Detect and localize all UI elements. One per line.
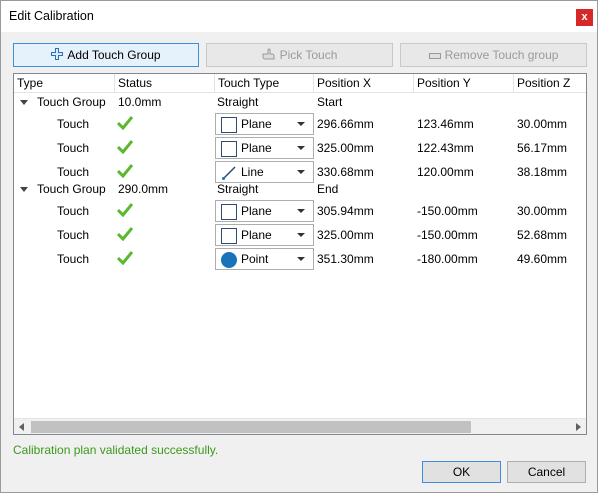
position-z: 52.68mm xyxy=(517,228,568,242)
tree-row-group[interactable]: Touch Group 10.0mm Straight Start xyxy=(14,93,586,112)
tree-row-touch[interactable]: Touch Plane 296.66mm 123.46mm 30.00mm xyxy=(14,112,586,136)
hand-pointer-icon xyxy=(262,48,276,63)
position-y: 123.46mm xyxy=(417,117,474,131)
dropdown-arrow-icon xyxy=(297,209,305,213)
expand-arrow-icon[interactable] xyxy=(20,187,28,192)
group-position-x: End xyxy=(317,182,339,196)
edit-calibration-dialog: Edit Calibration x Add Touch Group Pick … xyxy=(0,0,598,493)
tree-row-touch[interactable]: Touch Plane 325.00mm -150.00mm 52.68mm xyxy=(14,223,586,247)
scroll-left-arrow-icon[interactable] xyxy=(19,423,24,431)
add-touch-group-button[interactable]: Add Touch Group xyxy=(13,43,199,67)
minus-icon xyxy=(428,48,441,62)
checkmark-icon xyxy=(116,116,134,133)
position-x: 296.66mm xyxy=(317,117,374,131)
window-title: Edit Calibration xyxy=(9,9,94,23)
remove-touch-group-label: Remove Touch group xyxy=(444,48,559,62)
touch-type-select[interactable]: Plane xyxy=(215,137,314,159)
column-header: Type Status Touch Type Position X Positi… xyxy=(14,74,586,93)
plane-icon xyxy=(221,204,237,220)
group-type: Touch Group xyxy=(37,95,106,109)
touch-type: Touch xyxy=(57,204,90,218)
group-touch-type: Straight xyxy=(217,95,259,109)
group-status: 10.0mm xyxy=(118,95,162,109)
cancel-button[interactable]: Cancel xyxy=(507,461,586,483)
dropdown-arrow-icon xyxy=(297,122,305,126)
touch-type-select-value: Plane xyxy=(241,117,272,131)
column-position-x[interactable]: Position X xyxy=(314,74,414,93)
title-bar: Edit Calibration x xyxy=(1,1,597,32)
position-y: -150.00mm xyxy=(417,204,478,218)
tree-row-touch[interactable]: Touch Point 351.30mm -180.00mm 49.60mm xyxy=(14,247,586,271)
touch-type-select[interactable]: Point xyxy=(215,248,314,270)
checkmark-icon xyxy=(116,140,134,157)
touch-type-select[interactable]: Plane xyxy=(215,113,314,135)
plane-icon xyxy=(221,228,237,244)
touch-type: Touch xyxy=(57,228,90,242)
position-x: 325.00mm xyxy=(317,228,374,242)
dropdown-arrow-icon xyxy=(297,146,305,150)
close-button[interactable]: x xyxy=(576,9,593,26)
tree-row-touch[interactable]: Touch Plane 305.94mm -150.00mm 30.00mm xyxy=(14,199,586,223)
checkmark-icon xyxy=(116,203,134,220)
position-z: 30.00mm xyxy=(517,117,568,131)
remove-touch-group-button[interactable]: Remove Touch group xyxy=(400,43,587,67)
calibration-tree[interactable]: Type Status Touch Type Position X Positi… xyxy=(13,73,587,435)
pick-touch-label: Pick Touch xyxy=(279,48,338,62)
scroll-right-arrow-icon[interactable] xyxy=(576,423,581,431)
group-touch-type: Straight xyxy=(217,182,259,196)
touch-type-select-value: Point xyxy=(241,252,269,266)
position-x: 351.30mm xyxy=(317,252,374,266)
position-z: 56.17mm xyxy=(517,141,568,155)
column-status[interactable]: Status xyxy=(115,74,215,93)
plane-icon xyxy=(221,117,237,133)
touch-type: Touch xyxy=(57,141,90,155)
dropdown-arrow-icon xyxy=(297,170,305,174)
checkmark-icon xyxy=(116,164,134,181)
group-type: Touch Group xyxy=(37,182,106,196)
point-icon xyxy=(221,252,237,268)
position-z: 30.00mm xyxy=(517,204,568,218)
touch-type-select[interactable]: Plane xyxy=(215,224,314,246)
touch-type-select-value: Plane xyxy=(241,204,272,218)
position-x: 305.94mm xyxy=(317,204,374,218)
touch-type-select-value: Line xyxy=(241,165,264,179)
tree-row-group[interactable]: Touch Group 290.0mm Straight End xyxy=(14,180,586,199)
pick-touch-button[interactable]: Pick Touch xyxy=(206,43,393,67)
position-y: 122.43mm xyxy=(417,141,474,155)
scrollbar-thumb[interactable] xyxy=(31,421,471,433)
horizontal-scrollbar[interactable] xyxy=(14,418,586,434)
group-position-x: Start xyxy=(317,95,343,109)
position-x: 325.00mm xyxy=(317,141,374,155)
plus-icon xyxy=(51,47,64,63)
tree-row-touch[interactable]: Touch Plane 325.00mm 122.43mm 56.17mm xyxy=(14,136,586,160)
touch-type-select[interactable]: Plane xyxy=(215,200,314,222)
column-type[interactable]: Type xyxy=(14,74,115,93)
checkmark-icon xyxy=(116,227,134,244)
touch-type: Touch xyxy=(57,117,90,131)
ok-button[interactable]: OK xyxy=(422,461,501,483)
checkmark-icon xyxy=(116,251,134,268)
group-status: 290.0mm xyxy=(118,182,169,196)
add-touch-group-label: Add Touch Group xyxy=(67,48,161,62)
column-position-z[interactable]: Position Z xyxy=(514,74,586,93)
position-y: -180.00mm xyxy=(417,252,478,266)
dropdown-arrow-icon xyxy=(297,233,305,237)
column-position-y[interactable]: Position Y xyxy=(414,74,514,93)
touch-type-select-value: Plane xyxy=(241,228,272,242)
validation-status-message: Calibration plan validated successfully. xyxy=(13,443,219,457)
expand-arrow-icon[interactable] xyxy=(20,100,28,105)
line-icon xyxy=(221,165,237,181)
touch-type-select-value: Plane xyxy=(241,141,272,155)
column-touch-type[interactable]: Touch Type xyxy=(215,74,314,93)
position-z: 49.60mm xyxy=(517,252,568,266)
plane-icon xyxy=(221,141,237,157)
dropdown-arrow-icon xyxy=(297,257,305,261)
position-y: -150.00mm xyxy=(417,228,478,242)
touch-type: Touch xyxy=(57,252,90,266)
